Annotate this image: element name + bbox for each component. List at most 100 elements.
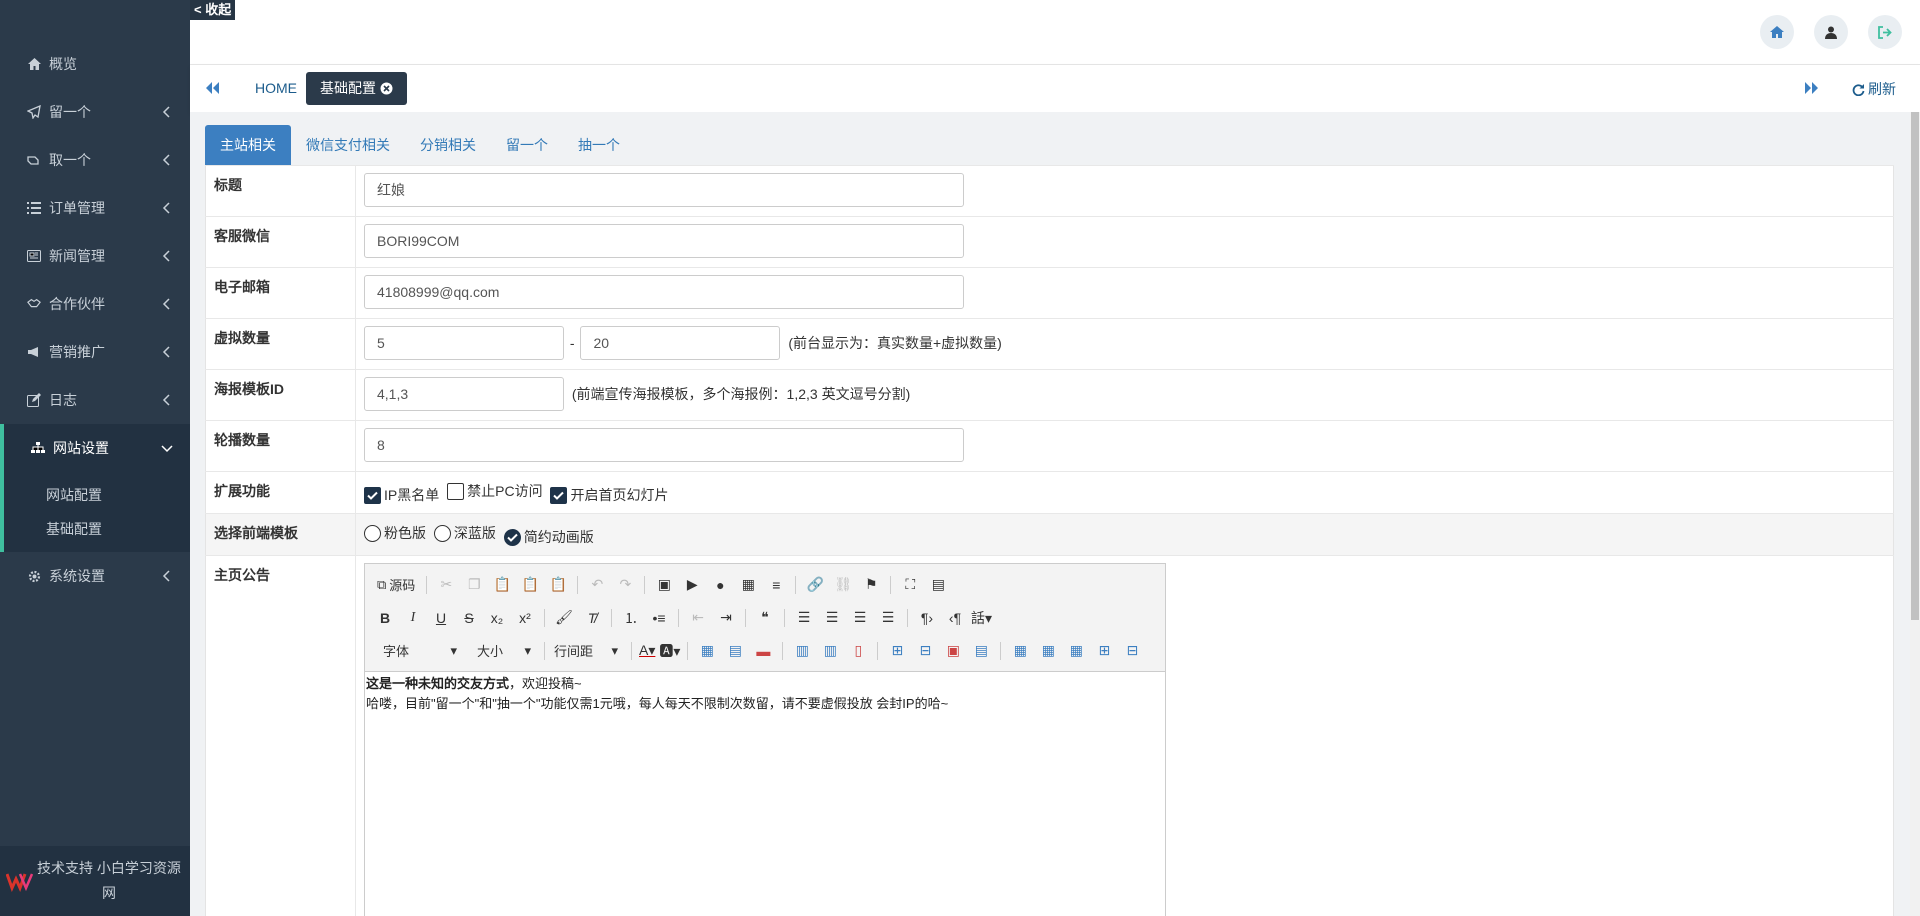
link-icon[interactable]: 🔗 (803, 573, 827, 597)
redo-icon[interactable]: ↷ (613, 573, 637, 597)
format-painter-icon[interactable]: 🖌 (552, 606, 576, 630)
font-size-select[interactable]: 大小 ▾ (467, 640, 537, 662)
template-dark-blue-radio[interactable]: 深蓝版 (433, 523, 496, 543)
rtl-icon[interactable]: ‹¶ (943, 606, 967, 630)
unlink-icon[interactable]: ⛓ (831, 573, 855, 597)
superscript-icon[interactable]: x² (513, 606, 537, 630)
scrollbar-thumb[interactable] (1911, 112, 1919, 620)
clear-format-icon[interactable]: T̸ (580, 606, 604, 630)
ltr-icon[interactable]: ¶› (915, 606, 939, 630)
email-input[interactable]: 41808999@qq.com (364, 275, 964, 309)
sidebar-item-marketing[interactable]: 营销推广 (0, 328, 190, 376)
table-delete-col-icon[interactable]: ▯ (846, 639, 870, 663)
collapse-sidebar-button[interactable]: < 收起 (190, 0, 236, 20)
table-insert-icon[interactable]: ▦ (695, 639, 719, 663)
table-row-above-icon[interactable]: ▤ (723, 639, 747, 663)
virtual-max-input[interactable]: 20 (580, 326, 781, 360)
quote-icon[interactable]: ❝ (753, 606, 777, 630)
cell-merge-right-icon[interactable]: ⊞ (1092, 639, 1116, 663)
poster-id-input[interactable]: 4,1,3 (364, 377, 564, 411)
scrollbar[interactable] (1910, 112, 1920, 916)
wechat-input[interactable]: BORI99COM (364, 224, 964, 258)
text-color-icon[interactable]: A▾ (639, 639, 655, 663)
table-icon[interactable]: ▦ (736, 573, 760, 597)
align-right-icon[interactable]: ☰ (848, 606, 872, 630)
cell-align-top-icon[interactable]: ▦ (1008, 639, 1032, 663)
table-col-right-icon[interactable]: ▥ (818, 639, 842, 663)
template-simple-animation-radio[interactable]: 简约动画版 (503, 527, 594, 547)
sidebar-item-leave-one[interactable]: 留一个 (0, 88, 190, 136)
sidebar-item-log[interactable]: 日志 (0, 376, 190, 424)
tab-wechat-pay[interactable]: 微信支付相关 (291, 125, 405, 165)
anchor-flag-icon[interactable]: ⚑ (859, 573, 883, 597)
tab-home[interactable]: HOME (245, 71, 307, 105)
table-col-left-icon[interactable]: ▥ (790, 639, 814, 663)
tab-draw-one[interactable]: 抽一个 (563, 125, 635, 165)
video-icon[interactable]: ▶ (680, 573, 704, 597)
flash-icon[interactable]: ● (708, 573, 732, 597)
tabs-next-icon[interactable] (1804, 81, 1820, 95)
align-left-icon[interactable]: ☰ (792, 606, 816, 630)
subscript-icon[interactable]: x₂ (485, 606, 509, 630)
sidebar-subitem-basic-config[interactable]: 基础配置 (4, 512, 190, 546)
bold-icon[interactable]: B (373, 606, 397, 630)
carousel-count-input[interactable]: 8 (364, 428, 964, 462)
ordered-list-icon[interactable]: ⒈ (619, 606, 643, 630)
paste-icon[interactable]: 📋 (490, 573, 514, 597)
table-props-icon[interactable]: ▤ (969, 639, 993, 663)
sidebar-item-overview[interactable]: 概览 (0, 40, 190, 88)
template-pink-radio[interactable]: 粉色版 (364, 523, 426, 543)
tab-basic-config[interactable]: 基础配置 (306, 72, 407, 105)
virtual-min-input[interactable]: 5 (364, 326, 564, 360)
background-color-icon[interactable]: 🅰▾ (659, 639, 680, 663)
outdent-icon[interactable]: ⇤ (686, 606, 710, 630)
paste-word-icon[interactable]: 📋 (546, 573, 570, 597)
image-icon[interactable]: ▣ (652, 573, 676, 597)
tab-leave-one[interactable]: 留一个 (491, 125, 563, 165)
source-button[interactable]: ⧉ 源码 (373, 573, 419, 597)
sidebar-item-take-one[interactable]: 取一个 (0, 136, 190, 184)
horizontal-rule-icon[interactable]: ≡ (764, 573, 788, 597)
editor-content[interactable]: 这是一种未知的交友方式，欢迎投稿~ 哈喽，目前"留一个"和"抽一个"功能仅需1元… (365, 672, 1165, 916)
undo-icon[interactable]: ↶ (585, 573, 609, 597)
cell-align-middle-icon[interactable]: ▦ (1036, 639, 1060, 663)
ip-blacklist-checkbox[interactable]: IP黑名单 (364, 485, 439, 505)
unordered-list-icon[interactable]: •≡ (647, 606, 671, 630)
close-tab-icon[interactable] (380, 82, 393, 95)
tab-main-site[interactable]: 主站相关 (205, 125, 291, 165)
copy-icon[interactable]: ❐ (462, 573, 486, 597)
align-justify-icon[interactable]: ☰ (876, 606, 900, 630)
sidebar-item-partners[interactable]: 合作伙伴 (0, 280, 190, 328)
table-merge-icon[interactable]: ⊞ (885, 639, 909, 663)
line-height-select[interactable]: 行间距 ▾ (552, 640, 624, 662)
sidebar-item-site-settings[interactable]: 网站设置 (0, 424, 190, 472)
underline-icon[interactable]: U (429, 606, 453, 630)
user-button[interactable] (1814, 15, 1848, 49)
refresh-button[interactable]: 刷新 (1852, 79, 1896, 99)
logout-button[interactable] (1868, 15, 1902, 49)
tabs-prev-icon[interactable] (204, 81, 220, 95)
home-slideshow-checkbox[interactable]: 开启首页幻灯片 (550, 485, 668, 505)
cell-merge-down-icon[interactable]: ⊟ (1120, 639, 1144, 663)
paste-text-icon[interactable]: 📋 (518, 573, 542, 597)
font-family-select[interactable]: 字体 ▾ (373, 640, 463, 662)
sidebar-item-orders[interactable]: 订单管理 (0, 184, 190, 232)
cell-align-bottom-icon[interactable]: ▦ (1064, 639, 1088, 663)
align-center-icon[interactable]: ☰ (820, 606, 844, 630)
tab-distribution[interactable]: 分销相关 (405, 125, 491, 165)
strikethrough-icon[interactable]: S (457, 606, 481, 630)
language-icon[interactable]: 話▾ (971, 606, 992, 630)
preview-icon[interactable]: ▤ (926, 573, 950, 597)
italic-icon[interactable]: I (401, 606, 425, 630)
block-pc-checkbox[interactable]: 禁止PC访问 (447, 481, 543, 501)
home-button[interactable] (1760, 15, 1794, 49)
sidebar-subitem-site-config[interactable]: 网站配置 (4, 478, 190, 512)
sidebar-item-news[interactable]: 新闻管理 (0, 232, 190, 280)
cut-icon[interactable]: ✂ (434, 573, 458, 597)
table-delete-row-icon[interactable]: ▬ (751, 639, 775, 663)
table-split-icon[interactable]: ⊟ (913, 639, 937, 663)
title-input[interactable]: 红娘 (364, 173, 964, 207)
maximize-icon[interactable]: ⛶ (898, 573, 922, 597)
indent-icon[interactable]: ⇥ (714, 606, 738, 630)
table-delete-cell-icon[interactable]: ▣ (941, 639, 965, 663)
